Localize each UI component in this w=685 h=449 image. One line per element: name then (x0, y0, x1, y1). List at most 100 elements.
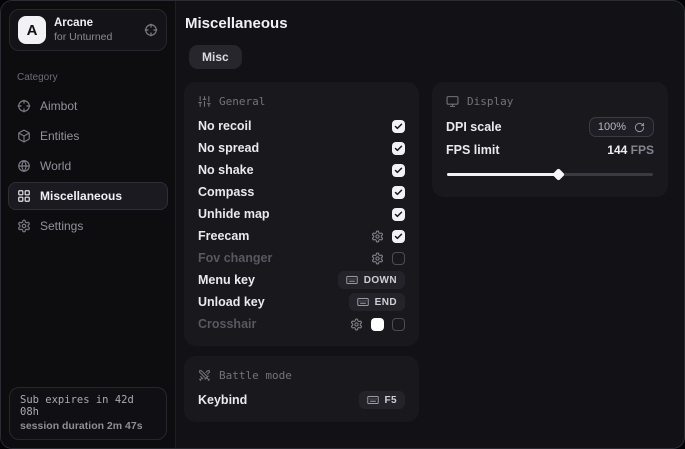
refresh-icon[interactable] (634, 122, 645, 133)
unhide-map-controls (392, 208, 405, 221)
freecam-gear-icon[interactable] (371, 230, 384, 243)
battle-mode-panel-title: Battle mode (219, 369, 292, 382)
content-columns: General No recoil No spread No shake Compas… (184, 82, 669, 422)
fov-changer-gear-icon[interactable] (371, 252, 384, 265)
brand-card: A Arcane for Unturned (9, 9, 167, 51)
keybind-key-value: F5 (385, 395, 397, 406)
fov-changer-controls (371, 252, 405, 265)
subscription-card: Sub expires in 42d 08h session duration … (9, 387, 167, 440)
no-shake-label: No shake (198, 163, 254, 177)
freecam-checkbox[interactable] (392, 230, 405, 243)
keyboard-icon (346, 274, 358, 286)
crosshair-icon (144, 23, 158, 37)
right-column: Display DPI scale 100% FPS limit 144 (432, 82, 668, 197)
dpi-scale-row: DPI scale 100% (446, 115, 654, 139)
category-label: Category (17, 72, 159, 83)
crosshair-color-swatch[interactable] (371, 318, 384, 331)
crosshair-label: Crosshair (198, 317, 256, 331)
sidebar-item-label: World (40, 159, 71, 173)
freecam-row: Freecam (198, 225, 405, 247)
battle-rows: KeybindF5 (198, 389, 405, 411)
sidebar-item-label: Aimbot (40, 99, 77, 113)
keybind-keybind-badge[interactable]: F5 (359, 391, 405, 409)
no-shake-checkbox[interactable] (392, 164, 405, 177)
left-column: General No recoil No spread No shake Compas… (184, 82, 419, 422)
no-spread-checkbox[interactable] (392, 142, 405, 155)
display-panel-header: Display (446, 91, 654, 112)
compass-label: Compass (198, 185, 254, 199)
fps-limit-label: FPS limit (446, 143, 499, 157)
no-spread-row: No spread (198, 137, 405, 159)
compass-row: Compass (198, 181, 405, 203)
unload-key-row: Unload keyEND (198, 291, 405, 313)
unhide-map-checkbox[interactable] (392, 208, 405, 221)
unload-key-key-value: END (375, 297, 397, 308)
battle-mode-panel: Battle mode KeybindF5 (184, 356, 419, 422)
keybind-row: KeybindF5 (198, 389, 405, 411)
no-spread-label: No spread (198, 141, 259, 155)
monitor-icon (446, 95, 459, 108)
freecam-controls (371, 230, 405, 243)
no-recoil-row: No recoil (198, 115, 405, 137)
general-panel: General No recoil No spread No shake Compas… (184, 82, 419, 346)
gear-icon (17, 219, 31, 233)
brand-text: Arcane for Unturned (54, 16, 136, 44)
no-spread-controls (392, 142, 405, 155)
battle-mode-panel-header: Battle mode (198, 365, 405, 386)
crosshair-controls (350, 318, 405, 331)
freecam-label: Freecam (198, 229, 249, 243)
slider-thumb[interactable] (552, 168, 565, 181)
fps-limit-row: FPS limit 144 FPS (446, 139, 654, 161)
keybind-controls: F5 (359, 391, 405, 409)
no-recoil-label: No recoil (198, 119, 252, 133)
globe-icon (17, 159, 31, 173)
general-rows: No recoil No spread No shake Compass Unhide … (198, 115, 405, 335)
sidebar-item-aimbot[interactable]: Aimbot (8, 92, 168, 120)
crosshair-gear-icon[interactable] (350, 318, 363, 331)
menu-key-key-value: DOWN (364, 275, 397, 286)
brand-subtitle: for Unturned (54, 31, 136, 44)
display-panel-title: Display (467, 95, 513, 108)
menu-key-keybind-badge[interactable]: DOWN (338, 271, 405, 289)
menu-key-label: Menu key (198, 273, 255, 287)
sidebar-item-label: Entities (40, 129, 79, 143)
main-content: Miscellaneous Misc General No recoilNo s… (176, 1, 684, 448)
box-icon (17, 129, 31, 143)
no-shake-row: No shake (198, 159, 405, 181)
tab-misc[interactable]: Misc (189, 45, 242, 69)
sidebar-item-entities[interactable]: Entities (8, 122, 168, 150)
crosshair-checkbox[interactable] (392, 318, 405, 331)
unload-key-keybind-badge[interactable]: END (349, 293, 405, 311)
session-duration-text: session duration 2m 47s (20, 420, 156, 432)
no-recoil-checkbox[interactable] (392, 120, 405, 133)
display-panel: Display DPI scale 100% FPS limit 144 (432, 82, 668, 197)
app-logo: A (18, 16, 46, 44)
sidebar-item-miscellaneous[interactable]: Miscellaneous (8, 182, 168, 210)
dpi-scale-control[interactable]: 100% (589, 117, 654, 137)
subscription-expiry-text: Sub expires in 42d 08h (20, 394, 156, 418)
fov-changer-row: Fov changer (198, 247, 405, 269)
general-panel-title: General (219, 95, 265, 108)
fps-unit: FPS (631, 143, 654, 157)
sidebar-nav: Aimbot Entities World Miscellaneous Settings (1, 92, 175, 240)
no-shake-controls (392, 164, 405, 177)
unhide-map-row: Unhide map (198, 203, 405, 225)
fov-changer-checkbox[interactable] (392, 252, 405, 265)
sidebar-item-label: Miscellaneous (40, 189, 122, 203)
keyboard-icon (367, 394, 379, 406)
fps-number: 144 (607, 143, 627, 157)
menu-key-row: Menu key DOWN (198, 269, 405, 291)
sidebar-item-settings[interactable]: Settings (8, 212, 168, 240)
sidebar: A Arcane for Unturned Category Aimbot Ent… (1, 1, 176, 448)
compass-controls (392, 186, 405, 199)
keyboard-icon (357, 296, 369, 308)
general-panel-header: General (198, 91, 405, 112)
sidebar-item-world[interactable]: World (8, 152, 168, 180)
compass-checkbox[interactable] (392, 186, 405, 199)
slider-fill (447, 173, 558, 176)
menu-key-controls: DOWN (338, 271, 405, 289)
dpi-scale-label: DPI scale (446, 120, 502, 134)
fov-changer-label: Fov changer (198, 251, 272, 265)
fps-limit-slider[interactable] (447, 168, 653, 180)
sidebar-item-label: Settings (40, 219, 83, 233)
